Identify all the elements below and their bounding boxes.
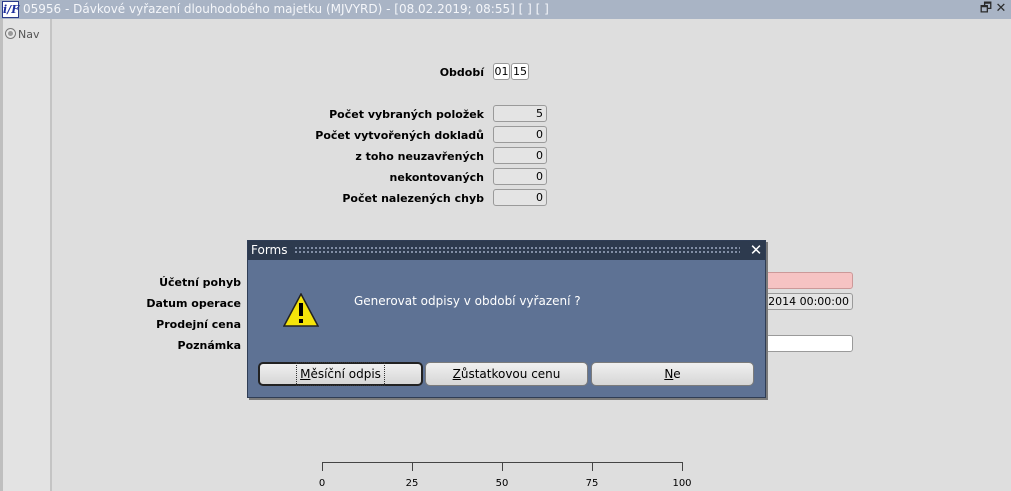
- pocet-vybranych-field: 5: [493, 105, 547, 122]
- dialog-close-button[interactable]: ✕: [748, 242, 764, 259]
- obdobi-year-field[interactable]: 15: [511, 63, 529, 80]
- poznamka-label: Poznámka: [177, 339, 241, 352]
- close-window-button[interactable]: ✕: [994, 1, 1008, 17]
- datum-operace-label: Datum operace: [146, 297, 241, 310]
- progress-tick: [592, 462, 593, 471]
- prodejni-cena-label: Prodejní cena: [156, 318, 241, 331]
- titlebar-pattern: [294, 246, 740, 255]
- pocet-dokladu-field: 0: [493, 126, 547, 143]
- button-label: e: [673, 367, 681, 381]
- progress-tick: [412, 462, 413, 471]
- window-titlebar: i/F 05956 - Dávkové vyřazení dlouhodobéh…: [0, 0, 1011, 19]
- restore-window-button[interactable]: 🗗: [979, 1, 993, 17]
- mnemonic-key: Z: [452, 367, 461, 381]
- mnemonic-key: N: [664, 367, 674, 381]
- mesicni-odpis-button[interactable]: Měsíční odpis: [258, 362, 423, 386]
- window-title: 05956 - Dávkové vyřazení dlouhodobého ma…: [23, 2, 549, 16]
- progress-tick: [682, 462, 683, 471]
- progress-tick-label: 75: [585, 478, 599, 489]
- radio-icon: [5, 28, 16, 39]
- dialog-message: Generovat odpisy v období vyřazení ?: [354, 294, 581, 308]
- progress-tick-label: 50: [495, 478, 509, 489]
- pocet-chyb-label: Počet nalezených chyb: [342, 192, 484, 205]
- progress-tick-label: 25: [405, 478, 419, 489]
- dialog-title: Forms: [251, 243, 288, 257]
- nav-divider: [50, 19, 52, 491]
- navigator-pane: Nav: [0, 19, 52, 491]
- nekontovanych-label: nekontovaných: [389, 171, 484, 184]
- ne-button[interactable]: Ne: [591, 362, 754, 386]
- warning-icon: [283, 293, 319, 327]
- dialog-body: Forms ✕ Generovat odpisy v období vyřaze…: [247, 240, 766, 398]
- dialog-titlebar: Forms ✕: [248, 241, 765, 260]
- progress-tick-label: 0: [318, 478, 326, 489]
- nav-radio-item[interactable]: Nav: [5, 28, 39, 41]
- nav-item-label: Nav: [18, 28, 40, 41]
- progress-tick: [502, 462, 503, 471]
- nav-strip: [0, 19, 3, 491]
- ucetni-pohyb-label: Účetní pohyb: [159, 276, 241, 289]
- zustatkovou-cenu-button[interactable]: Zůstatkovou cenu: [425, 362, 588, 386]
- nekontovanych-field: 0: [493, 168, 547, 185]
- pocet-dokladu-label: Počet vytvořených dokladů: [315, 129, 484, 142]
- button-label: ůstatkovou cenu: [460, 367, 561, 381]
- progress-tick-label: 100: [672, 478, 692, 489]
- mnemonic-key: M: [300, 367, 311, 381]
- focus-ring: Měsíční odpis: [296, 362, 385, 386]
- obdobi-month-field[interactable]: 01: [493, 63, 510, 80]
- forms-dialog: Forms ✕ Generovat odpisy v období vyřaze…: [247, 240, 766, 398]
- progress-tick: [322, 462, 323, 471]
- neuzavrenych-label: z toho neuzavřených: [355, 150, 484, 163]
- pocet-vybranych-label: Počet vybraných položek: [329, 108, 484, 121]
- app-logo-icon: i/F: [2, 1, 20, 18]
- pocet-chyb-field: 0: [493, 189, 547, 206]
- obdobi-label: Období: [439, 66, 484, 79]
- neuzavrenych-field: 0: [493, 147, 547, 164]
- button-label: ěsíční odpis: [310, 367, 381, 381]
